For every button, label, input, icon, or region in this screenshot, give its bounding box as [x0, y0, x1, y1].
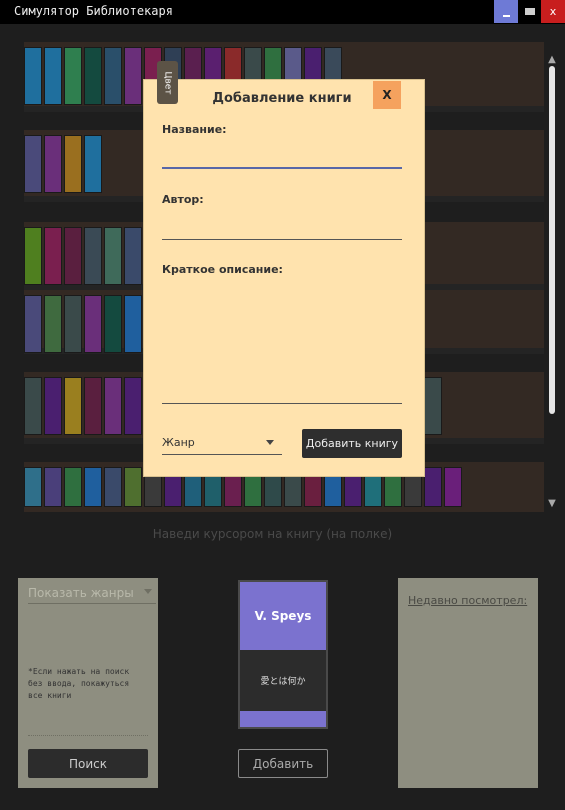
scroll-up-icon[interactable]: ▲ [545, 54, 559, 66]
book[interactable] [104, 295, 122, 353]
book[interactable] [104, 47, 122, 105]
book[interactable] [44, 295, 62, 353]
book[interactable] [44, 377, 62, 435]
author-label: Автор: [162, 193, 204, 206]
book[interactable] [44, 227, 62, 285]
preview-author: V. Speys [240, 582, 326, 650]
author-field[interactable] [162, 218, 402, 240]
add-button[interactable]: Добавить [238, 749, 328, 778]
book[interactable] [44, 467, 62, 507]
scroll-down-icon[interactable]: ▼ [545, 498, 559, 510]
add-book-button[interactable]: Добавить книгу [302, 429, 402, 458]
search-hint: *Если нажать на поиск без ввода, покажут… [28, 667, 130, 700]
genre-dropdown-label: Жанр [162, 436, 195, 449]
book[interactable] [104, 227, 122, 285]
chevron-down-icon [144, 589, 152, 594]
book[interactable] [24, 377, 42, 435]
book[interactable] [24, 135, 42, 193]
book[interactable] [64, 377, 82, 435]
genre-dropdown[interactable]: Жанр [162, 429, 282, 455]
book[interactable] [64, 135, 82, 193]
window-title: Симулятор Библиотекаря [14, 4, 173, 18]
recent-panel: Недавно посмотрел: [398, 578, 538, 788]
book[interactable] [84, 135, 102, 193]
book[interactable] [64, 227, 82, 285]
add-book-dialog: Добавление книги X Название: Автор: Крат… [144, 80, 424, 476]
genres-dropdown[interactable]: Показать жанры [28, 584, 156, 604]
book[interactable] [424, 467, 442, 507]
book-preview: V. Speys 愛とは何か [238, 580, 328, 729]
color-tab[interactable]: Цвет [157, 61, 178, 104]
book[interactable] [124, 467, 142, 507]
maximize-button[interactable] [518, 0, 542, 23]
book[interactable] [24, 227, 42, 285]
book[interactable] [24, 47, 42, 105]
book[interactable] [24, 467, 42, 507]
scrollbar-thumb[interactable] [549, 66, 555, 414]
search-panel: Показать жанры *Если нажать на поиск без… [18, 578, 158, 788]
maximize-icon [525, 8, 535, 15]
title-bar: Симулятор Библиотекаря x [0, 0, 565, 24]
name-label: Название: [162, 123, 227, 136]
hover-hint: Наведи курсором на книгу (на полке) [152, 527, 393, 541]
book[interactable] [24, 295, 42, 353]
minimize-icon [502, 15, 510, 17]
book[interactable] [84, 295, 102, 353]
book[interactable] [84, 227, 102, 285]
book[interactable] [84, 467, 102, 507]
book[interactable] [104, 377, 122, 435]
close-window-button[interactable]: x [541, 0, 565, 23]
book[interactable] [64, 295, 82, 353]
description-field[interactable] [162, 288, 402, 404]
chevron-down-icon [266, 440, 274, 445]
book[interactable] [124, 295, 142, 353]
book[interactable] [124, 47, 142, 105]
preview-footer [240, 711, 326, 727]
recent-label[interactable]: Недавно посмотрел: [408, 594, 527, 607]
book[interactable] [104, 467, 122, 507]
name-field[interactable] [162, 147, 402, 169]
book[interactable] [44, 47, 62, 105]
shelf-scrollbar[interactable]: ▲ ▼ [545, 54, 559, 510]
minimize-button[interactable] [494, 0, 518, 23]
dialog-close-button[interactable]: X [373, 81, 401, 109]
description-label: Краткое описание: [162, 263, 283, 276]
book[interactable] [444, 467, 462, 507]
book[interactable] [64, 467, 82, 507]
book[interactable] [84, 47, 102, 105]
book[interactable] [64, 47, 82, 105]
genres-dropdown-label: Показать жанры [28, 586, 134, 600]
preview-title: 愛とは何か [240, 650, 326, 711]
book[interactable] [44, 135, 62, 193]
book[interactable] [424, 377, 442, 435]
book[interactable] [124, 227, 142, 285]
color-tab-label: Цвет [162, 70, 173, 95]
search-button[interactable]: Поиск [28, 749, 148, 778]
book[interactable] [84, 377, 102, 435]
book[interactable] [124, 377, 142, 435]
